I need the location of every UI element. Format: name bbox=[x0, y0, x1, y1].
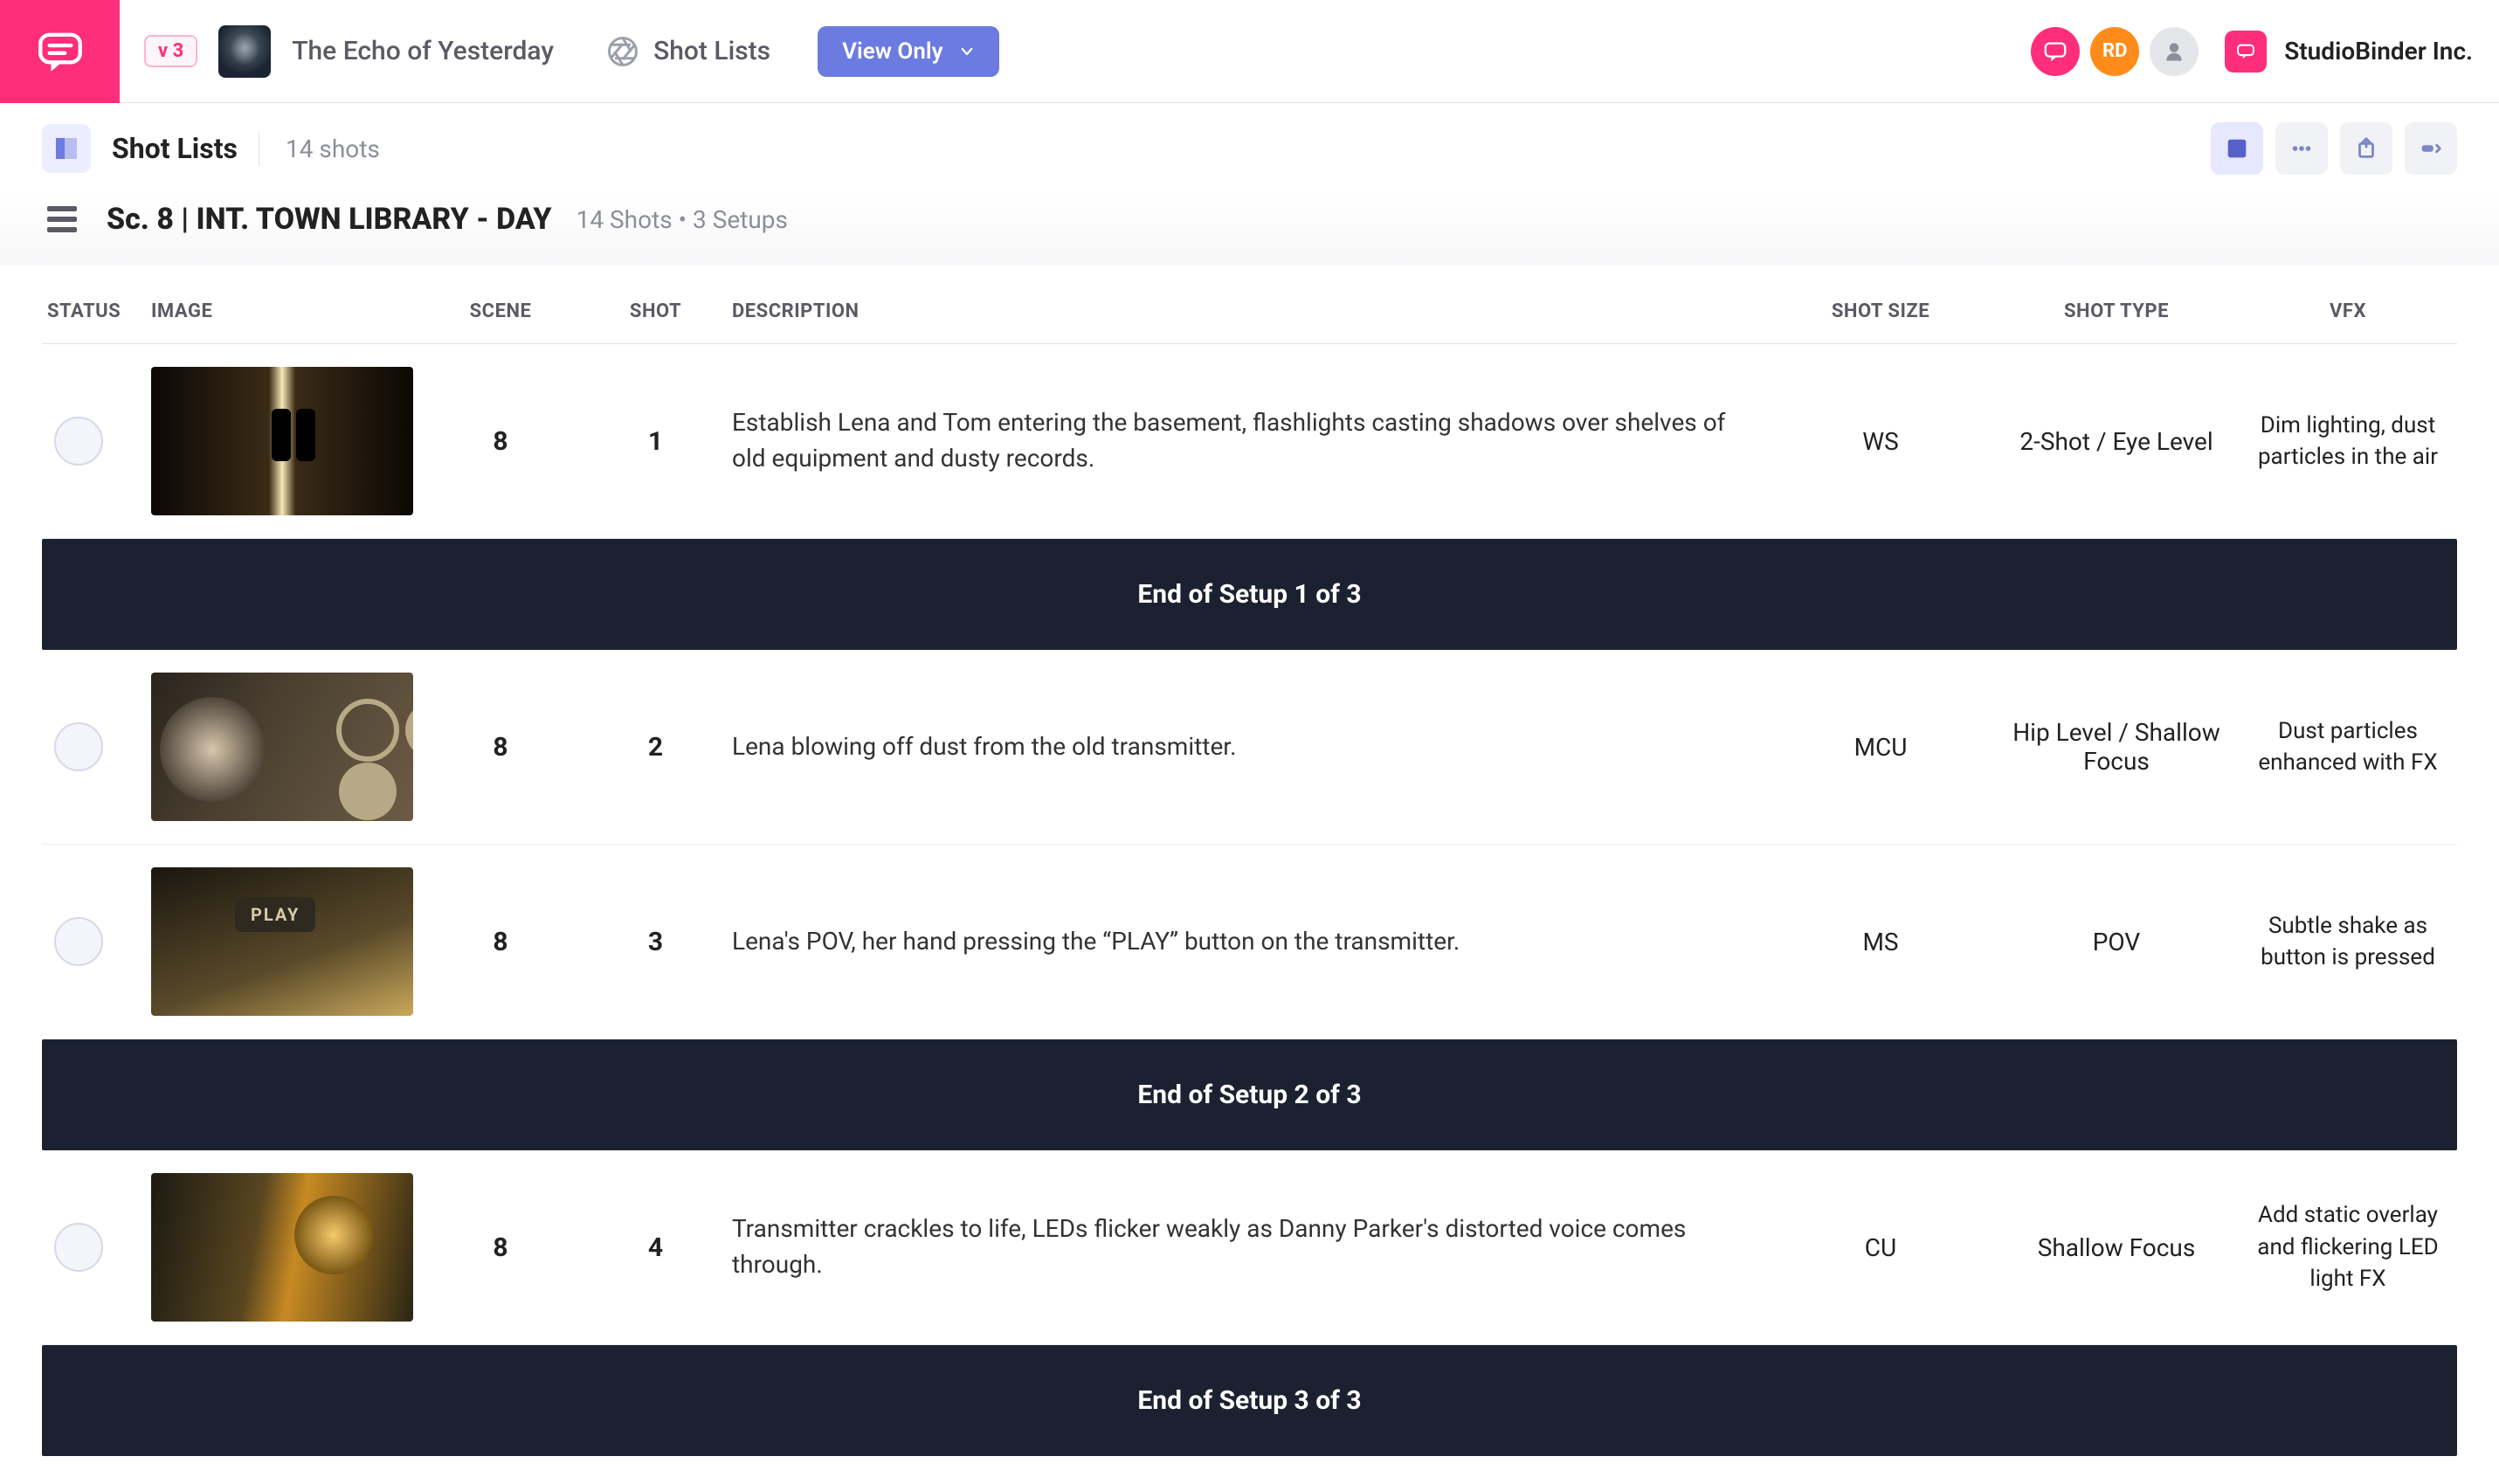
column-headers: STATUS IMAGE SCENE SHOT DESCRIPTION SHOT… bbox=[42, 266, 2457, 344]
chevron-down-icon bbox=[959, 44, 975, 59]
avatar-initials: RD bbox=[2102, 40, 2127, 62]
subbar-tools bbox=[2211, 122, 2457, 175]
col-scene[interactable]: SCENE bbox=[422, 300, 579, 322]
cell-shot-size: MCU bbox=[1771, 733, 1990, 762]
shot-count: 14 shots bbox=[259, 131, 380, 166]
cell-scene: 8 bbox=[422, 1232, 579, 1263]
avatar-chat[interactable] bbox=[2031, 27, 2080, 76]
cell-scene: 8 bbox=[422, 426, 579, 457]
status-toggle[interactable] bbox=[54, 1223, 103, 1272]
cell-description: Establish Lena and Tom entering the base… bbox=[732, 405, 1771, 476]
table-row[interactable]: 84Transmitter crackles to life, LEDs fli… bbox=[42, 1150, 2457, 1345]
avatar-guest[interactable] bbox=[2150, 27, 2199, 76]
scene-header: Sc. 8 | INT. TOWN LIBRARY - DAY 14 Shots… bbox=[0, 194, 2499, 266]
cell-description: Lena blowing off dust from the old trans… bbox=[732, 729, 1771, 765]
export-icon bbox=[2353, 135, 2379, 162]
tool-more[interactable] bbox=[2275, 122, 2328, 175]
layout-card-icon bbox=[2224, 135, 2250, 162]
cell-vfx: Add static overlay and flickering LED li… bbox=[2243, 1199, 2453, 1294]
cell-shot-type: 2-Shot / Eye Level bbox=[1990, 427, 2243, 456]
chat-icon bbox=[2042, 38, 2068, 65]
cell-scene: 8 bbox=[422, 927, 579, 957]
list-icon[interactable] bbox=[42, 199, 82, 239]
org-name[interactable]: StudioBinder Inc. bbox=[2284, 37, 2473, 66]
col-description[interactable]: DESCRIPTION bbox=[732, 300, 1771, 322]
cell-description: Transmitter crackles to life, LEDs flick… bbox=[732, 1211, 1771, 1282]
brand-logo[interactable] bbox=[0, 0, 120, 103]
view-mode-label: View Only bbox=[842, 38, 942, 65]
shot-thumbnail[interactable] bbox=[151, 1173, 413, 1322]
col-shot-type[interactable]: SHOT TYPE bbox=[1990, 300, 2243, 322]
cell-vfx: Subtle shake as button is pressed bbox=[2243, 910, 2453, 974]
status-toggle[interactable] bbox=[54, 417, 103, 466]
app-topbar: v 3 The Echo of Yesterday Shot Lists Vie… bbox=[0, 0, 2499, 103]
chat-mini-icon bbox=[2234, 40, 2257, 63]
scene-title: Sc. 8 | INT. TOWN LIBRARY - DAY bbox=[107, 202, 552, 237]
filter-menu-icon bbox=[2418, 135, 2444, 162]
cell-shot-size: CU bbox=[1771, 1233, 1990, 1262]
tool-layout-card[interactable] bbox=[2211, 122, 2263, 175]
cell-shot: 4 bbox=[579, 1232, 732, 1263]
tool-filter-menu[interactable] bbox=[2405, 122, 2457, 175]
more-icon bbox=[2288, 135, 2315, 162]
project-title[interactable]: The Echo of Yesterday bbox=[292, 36, 554, 66]
top-left-group: v 3 The Echo of Yesterday Shot Lists Vie… bbox=[120, 25, 999, 78]
cell-shot: 2 bbox=[579, 732, 732, 763]
scene-meta: 14 Shots • 3 Setups bbox=[576, 205, 788, 234]
status-toggle[interactable] bbox=[54, 917, 103, 966]
project-thumbnail[interactable] bbox=[218, 25, 271, 78]
shot-thumbnail[interactable] bbox=[151, 867, 413, 1016]
person-icon bbox=[2162, 39, 2186, 64]
cell-scene: 8 bbox=[422, 732, 579, 763]
col-shot-size[interactable]: SHOT SIZE bbox=[1771, 300, 1990, 322]
cell-shot-size: MS bbox=[1771, 928, 1990, 956]
subbar: Shot Lists 14 shots bbox=[0, 103, 2499, 194]
setup-banner: End of Setup 3 of 3 bbox=[42, 1345, 2457, 1456]
status-toggle[interactable] bbox=[54, 722, 103, 771]
cell-shot-size: WS bbox=[1771, 427, 1990, 456]
section-shot-lists[interactable]: Shot Lists bbox=[606, 35, 770, 68]
shot-lists-title: Shot Lists bbox=[112, 132, 238, 165]
top-right-group: RD StudioBinder Inc. bbox=[2031, 27, 2499, 76]
version-badge[interactable]: v 3 bbox=[144, 35, 197, 67]
setup-banner: End of Setup 1 of 3 bbox=[42, 539, 2457, 650]
section-label: Shot Lists bbox=[653, 36, 770, 66]
subbar-left: Shot Lists 14 shots bbox=[42, 124, 380, 173]
table-row[interactable]: 82Lena blowing off dust from the old tra… bbox=[42, 650, 2457, 845]
shot-table: STATUS IMAGE SCENE SHOT DESCRIPTION SHOT… bbox=[0, 266, 2499, 1456]
tool-export[interactable] bbox=[2340, 122, 2392, 175]
cell-description: Lena's POV, her hand pressing the “PLAY”… bbox=[732, 924, 1771, 960]
setup-banner: End of Setup 2 of 3 bbox=[42, 1039, 2457, 1150]
col-image[interactable]: IMAGE bbox=[151, 300, 422, 322]
aperture-icon bbox=[606, 35, 639, 68]
cell-shot: 1 bbox=[579, 426, 732, 457]
shot-thumbnail[interactable] bbox=[151, 367, 413, 515]
chat-logo-icon bbox=[36, 27, 85, 76]
cell-shot-type: Shallow Focus bbox=[1990, 1233, 2243, 1262]
col-vfx[interactable]: VFX bbox=[2243, 300, 2453, 322]
cell-shot-type: POV bbox=[1990, 928, 2243, 956]
shot-lists-icon[interactable] bbox=[42, 124, 91, 173]
cell-shot: 3 bbox=[579, 927, 732, 957]
avatar-user-rd[interactable]: RD bbox=[2090, 27, 2139, 76]
table-row[interactable]: 83Lena's POV, her hand pressing the “PLA… bbox=[42, 845, 2457, 1039]
cell-vfx: Dim lighting, dust particles in the air bbox=[2243, 410, 2453, 473]
cell-vfx: Dust particles enhanced with FX bbox=[2243, 715, 2453, 779]
shot-thumbnail[interactable] bbox=[151, 673, 413, 821]
org-badge[interactable] bbox=[2225, 31, 2267, 72]
table-row[interactable]: 81Establish Lena and Tom entering the ba… bbox=[42, 344, 2457, 539]
view-mode-button[interactable]: View Only bbox=[818, 26, 998, 77]
cell-shot-type: Hip Level / Shallow Focus bbox=[1990, 718, 2243, 776]
col-shot[interactable]: SHOT bbox=[579, 300, 732, 322]
col-status[interactable]: STATUS bbox=[42, 300, 151, 322]
